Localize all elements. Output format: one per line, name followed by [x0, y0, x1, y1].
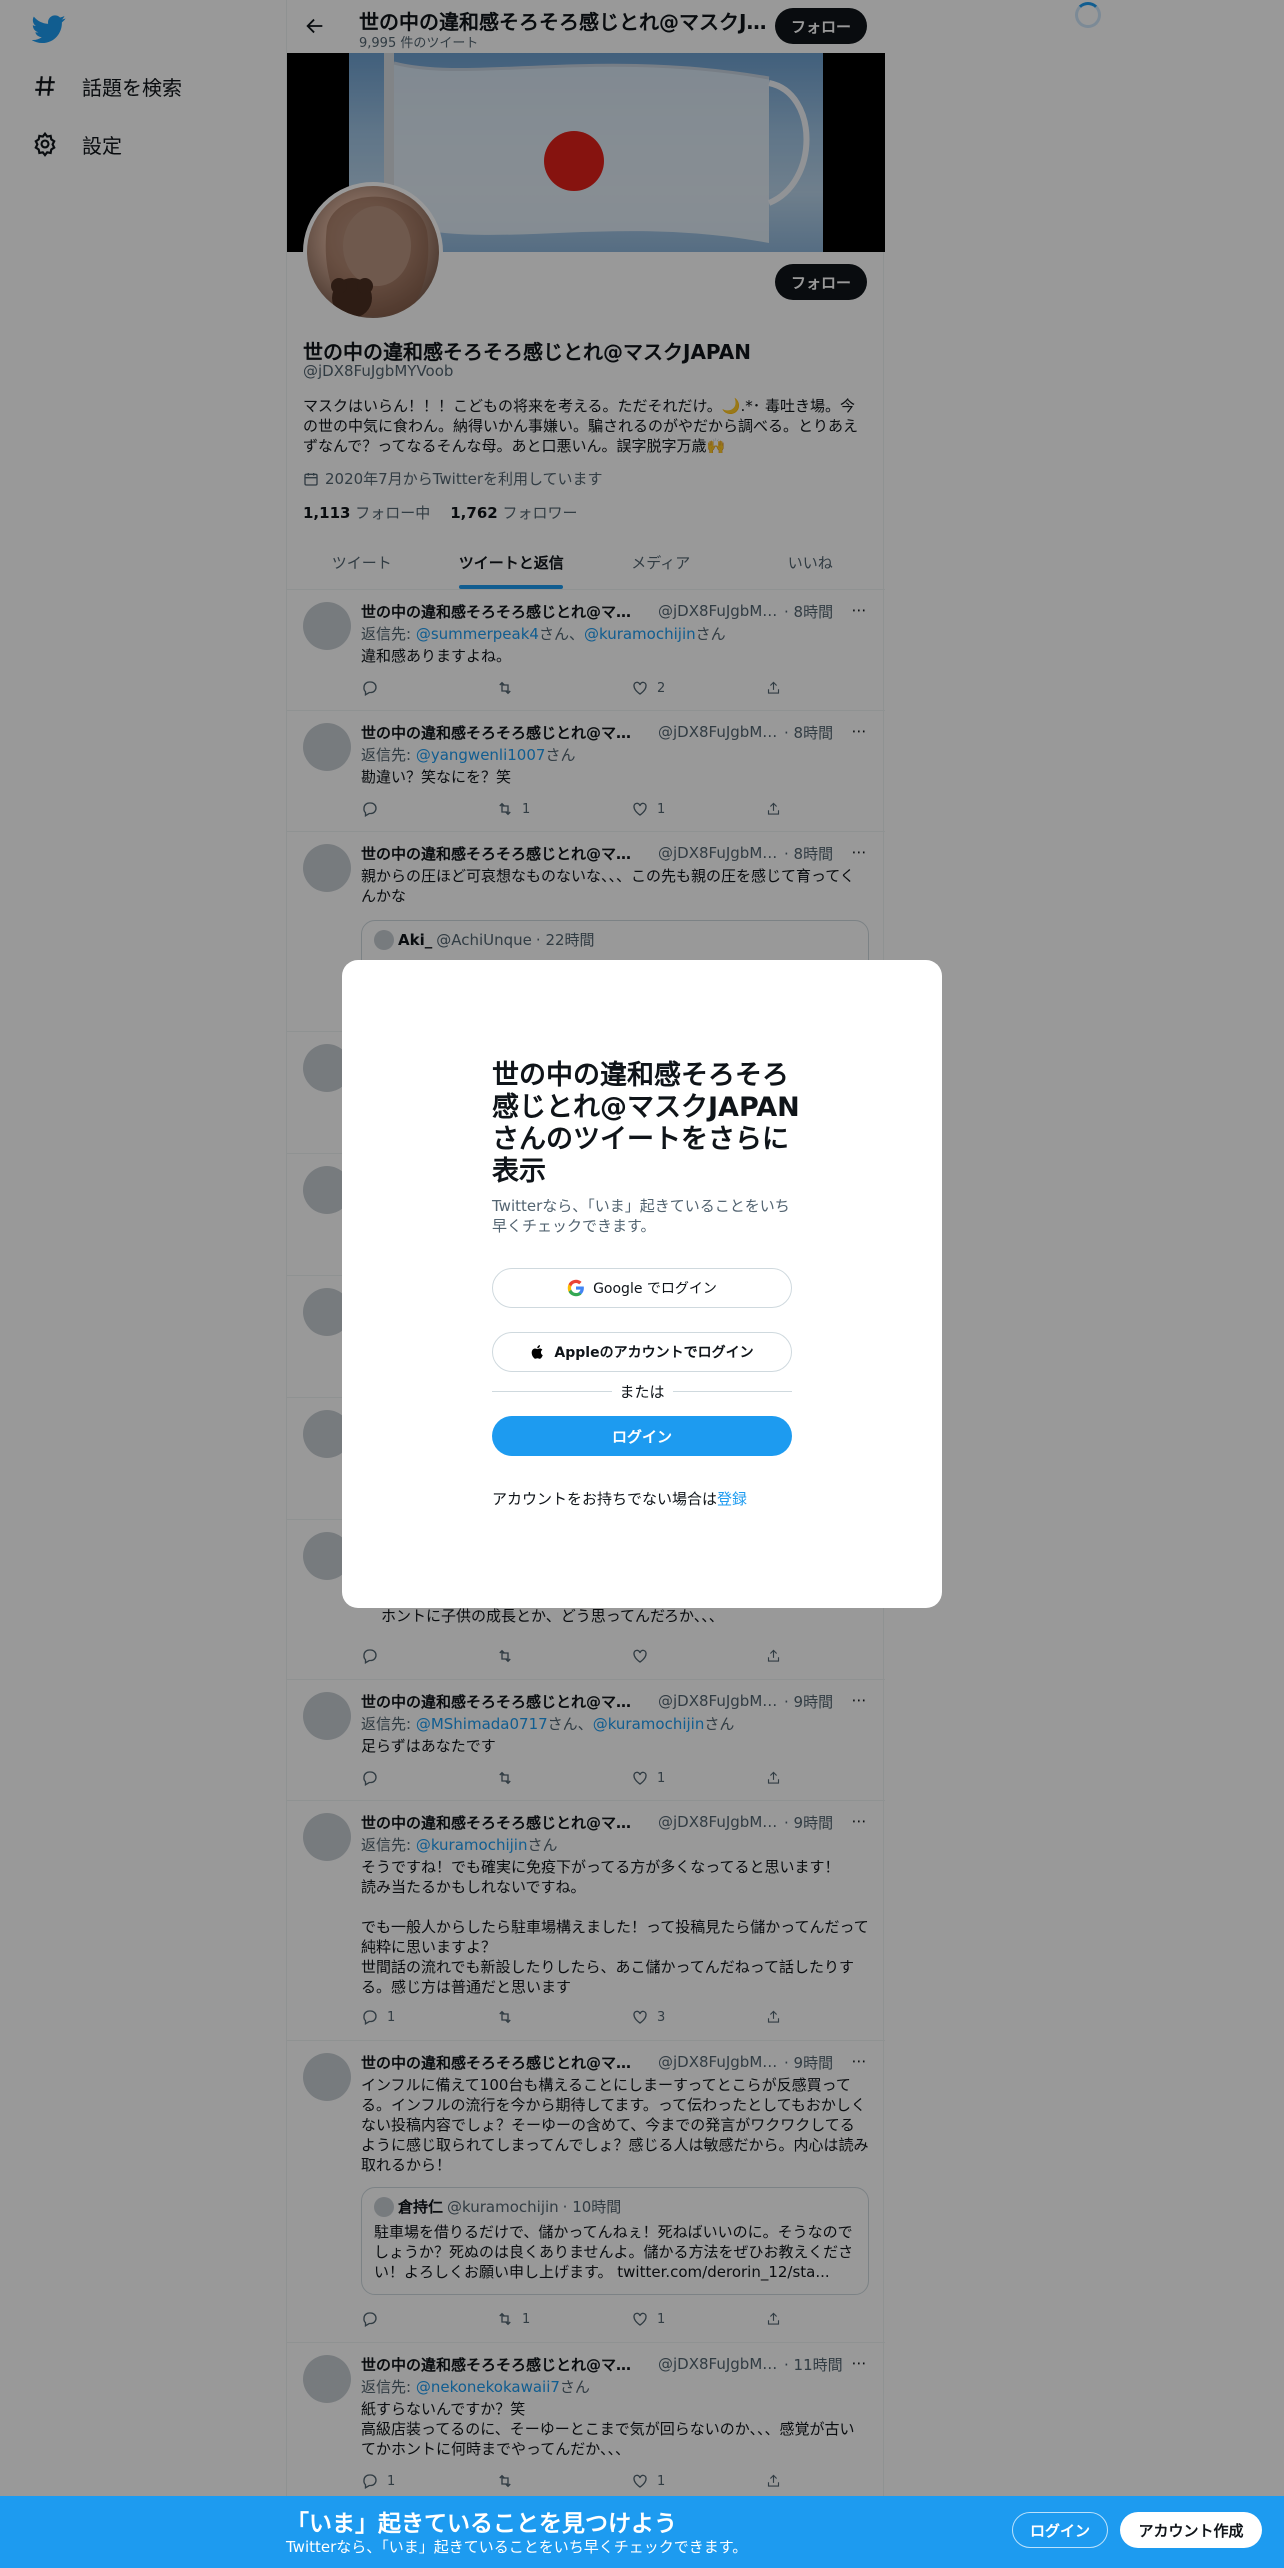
- divider-line: [672, 1390, 793, 1392]
- signup-prefix: アカウントをお持ちでない場合は: [492, 1490, 718, 1508]
- signup-prompt: アカウントをお持ちでない場合は登録: [492, 1488, 747, 1509]
- google-login-label: Google でログイン: [593, 1281, 717, 1297]
- bottom-bar-title: 「いま」起きていることを見つけよう: [286, 2511, 677, 2537]
- modal-title: 世の中の違和感そろそろ感じとれ@マスクJAPANさんのツイートをさらに表示: [492, 1060, 800, 1187]
- bottom-bar-subtitle: Twitterなら、「いま」起きていることをいち早くチェックできます。: [286, 2538, 748, 2556]
- modal-subtitle: Twitterなら、「いま」起きていることをいち早くチェックできます。: [492, 1197, 790, 1235]
- divider-line: [492, 1390, 612, 1392]
- modal-login-button[interactable]: ログイン: [492, 1416, 792, 1456]
- google-icon: [567, 1279, 584, 1297]
- signup-bottom-bar: 「いま」起きていることを見つけよう Twitterなら、「いま」起きていることを…: [0, 2496, 1284, 2568]
- apple-login-label: Appleのアカウントでログイン: [554, 1345, 754, 1361]
- apple-icon: [532, 1345, 544, 1359]
- or-label: または: [619, 1382, 665, 1401]
- bottom-login-button[interactable]: ログイン: [1012, 2512, 1108, 2548]
- apple-login-button[interactable]: Appleのアカウントでログイン: [492, 1332, 792, 1372]
- or-divider: または: [492, 1380, 793, 1402]
- signup-link[interactable]: 登録: [717, 1490, 747, 1508]
- bottom-signup-button[interactable]: アカウント作成: [1120, 2512, 1262, 2548]
- google-login-button[interactable]: Google でログイン: [492, 1268, 792, 1308]
- login-prompt-modal: 世の中の違和感そろそろ感じとれ@マスクJAPANさんのツイートをさらに表示 Tw…: [342, 960, 942, 1608]
